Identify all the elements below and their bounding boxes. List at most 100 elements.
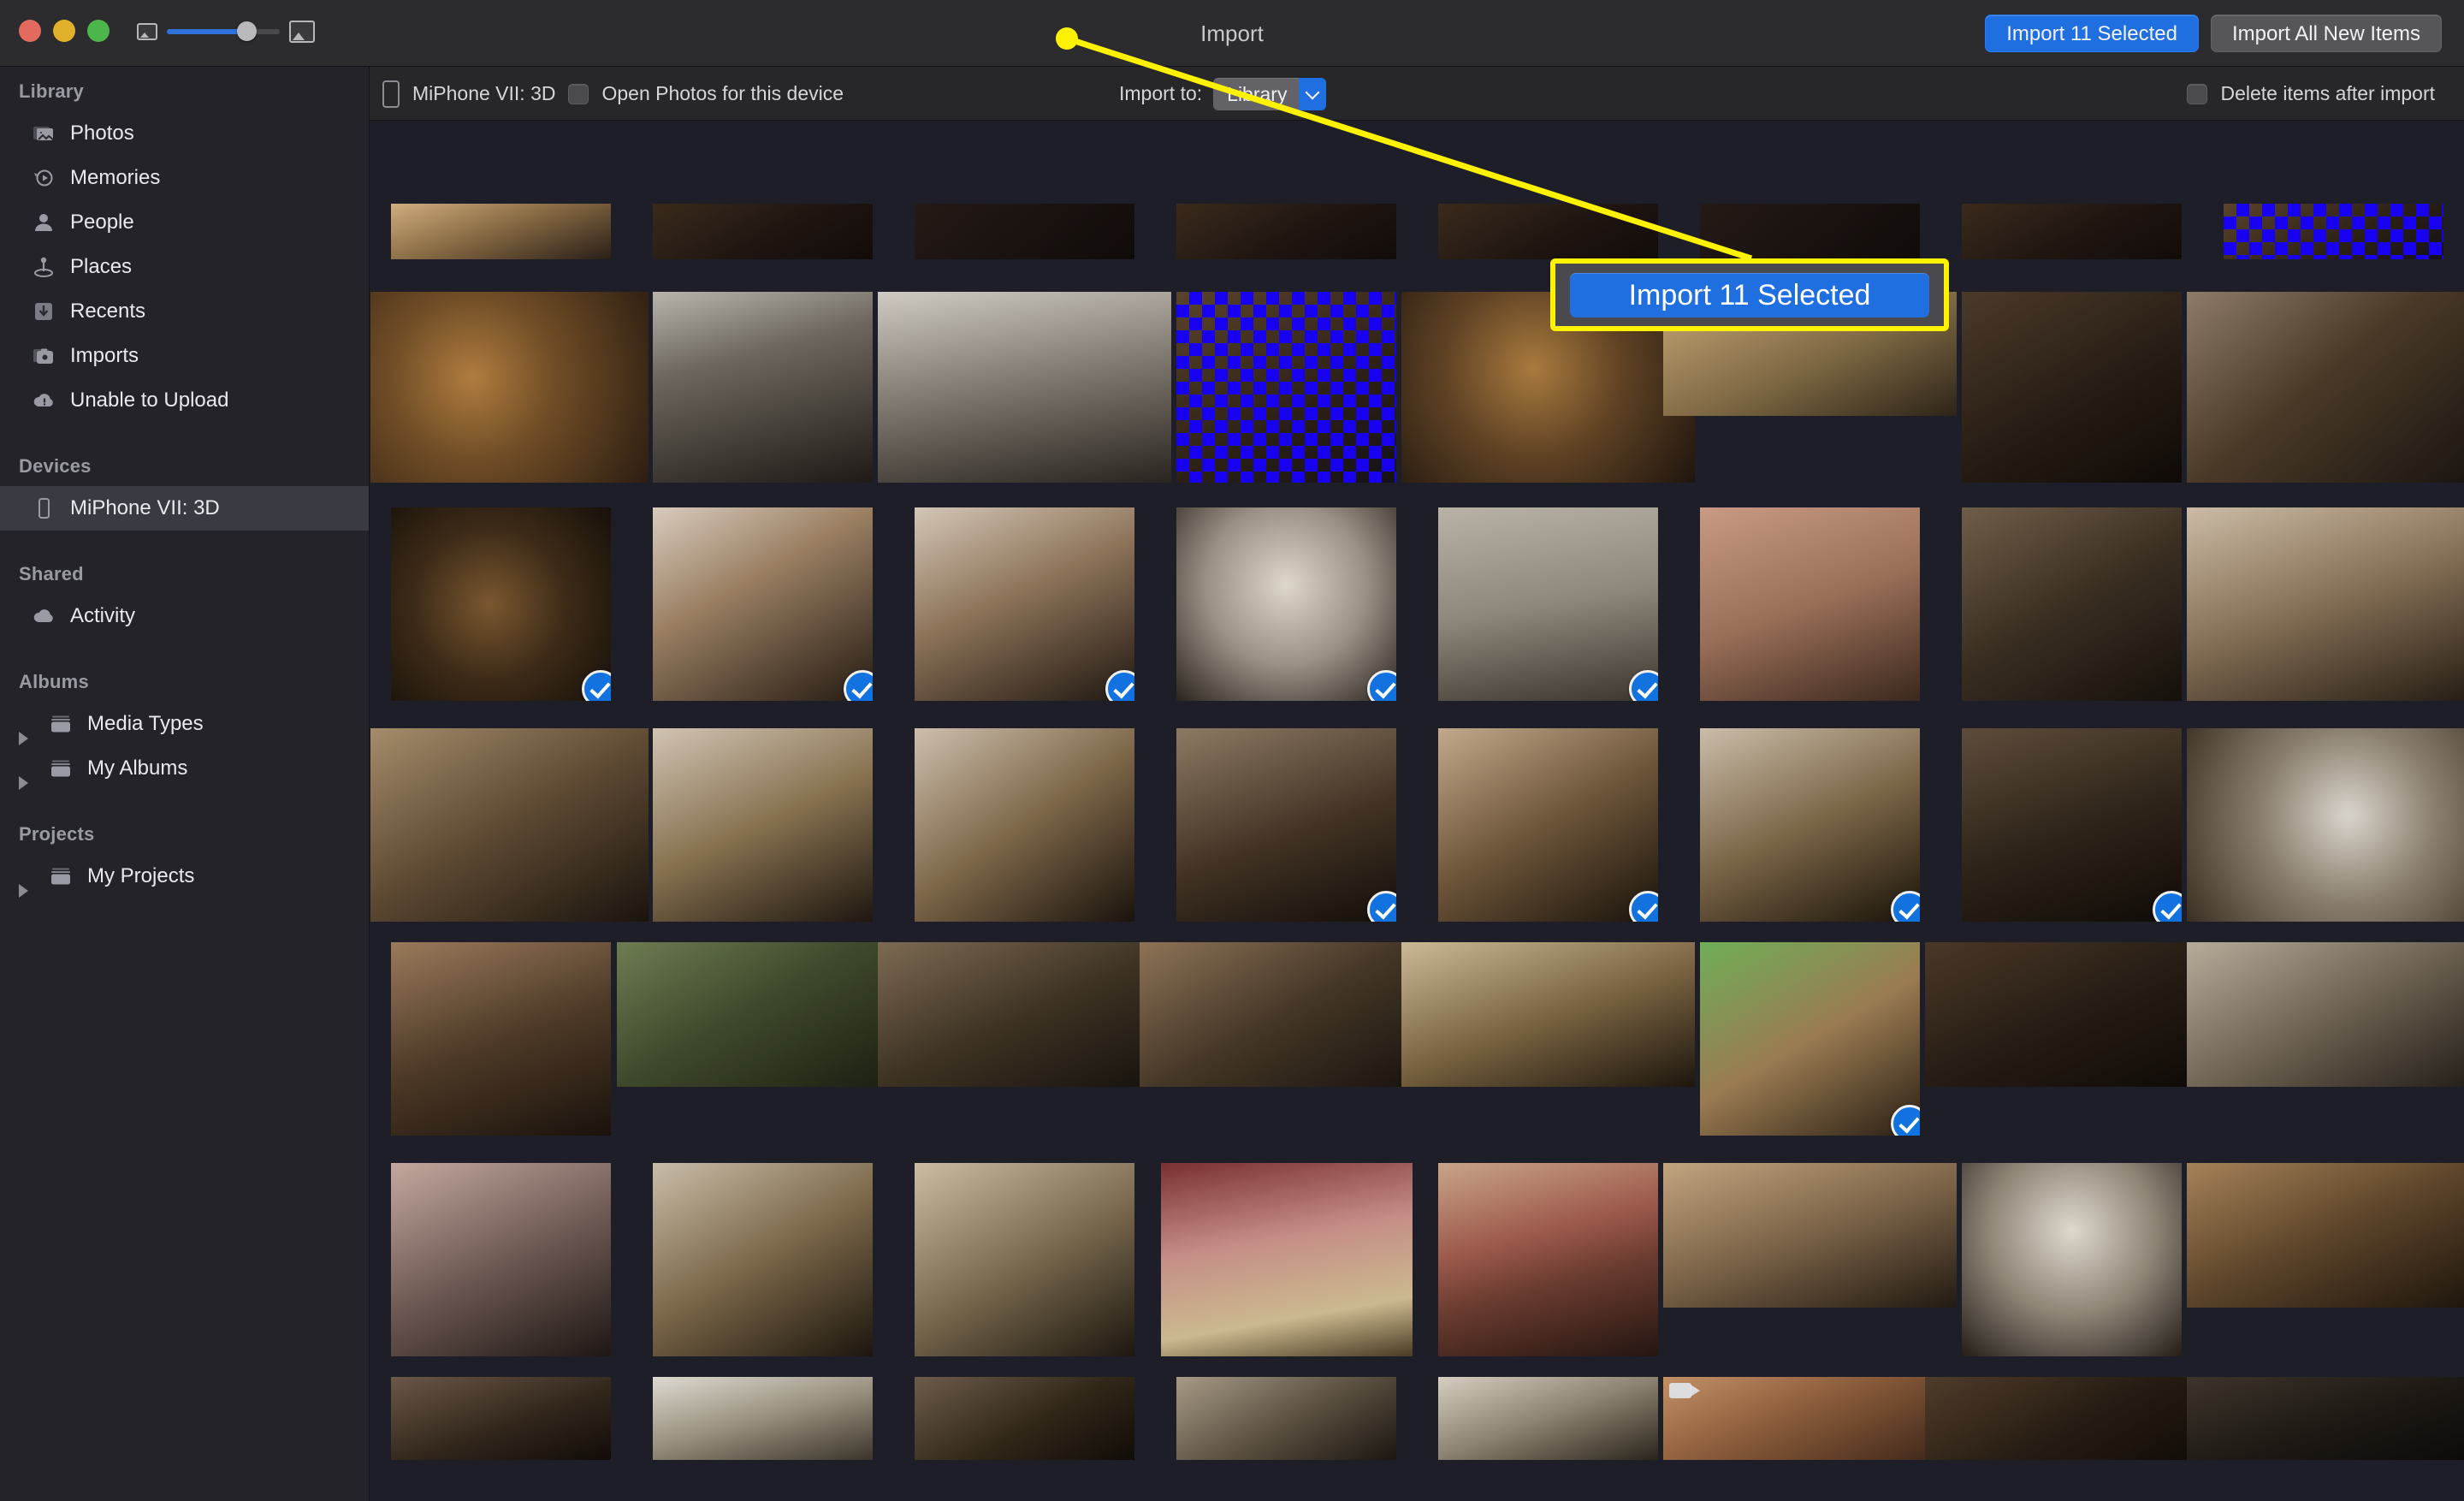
sidebar-item-places[interactable]: Places (0, 245, 369, 289)
phone-icon (31, 495, 56, 521)
photo-thumbnail[interactable] (915, 1163, 1134, 1356)
import-selected-button[interactable]: Import 11 Selected (1985, 15, 2199, 52)
photo-thumbnail[interactable] (1925, 942, 2218, 1087)
photo-thumbnail[interactable] (2187, 1163, 2464, 1308)
photo-thumbnail[interactable] (391, 1163, 611, 1356)
sidebar-item-label: People (70, 211, 134, 234)
photo-thumbnail[interactable] (878, 292, 1171, 483)
photo-thumbnail[interactable] (1962, 292, 2182, 483)
photo-thumbnail[interactable] (391, 1377, 611, 1460)
photo-thumbnail[interactable] (391, 204, 611, 259)
photo-thumbnail[interactable] (915, 507, 1134, 701)
photo-thumbnail[interactable] (653, 204, 873, 259)
photo-thumbnail[interactable] (617, 942, 910, 1087)
photo-thumbnail[interactable] (1962, 507, 2182, 701)
sidebar-item-activity[interactable]: Activity (0, 594, 369, 638)
photo-thumbnail[interactable] (1700, 728, 1920, 922)
photo-thumbnail[interactable] (1925, 1377, 2218, 1460)
photo-thumbnail[interactable] (1438, 507, 1658, 701)
thumbnail-image (2187, 942, 2464, 1087)
sidebar-item-photos[interactable]: Photos (0, 111, 369, 156)
photo-thumbnail[interactable] (1700, 204, 1920, 259)
photos-import-window: Import Import 11 Selected Import All New… (0, 0, 2464, 1501)
sidebar-item-label: Imports (70, 344, 139, 367)
photo-thumbnail[interactable] (1962, 728, 2182, 922)
photo-thumbnail[interactable] (1663, 1163, 1957, 1308)
photo-thumbnail[interactable] (2187, 728, 2464, 922)
thumbnail-image (1962, 507, 2182, 701)
photo-thumbnail[interactable] (391, 507, 611, 701)
photo-thumbnail[interactable] (2187, 1377, 2464, 1460)
photo-thumbnail[interactable] (1176, 204, 1396, 259)
photo-thumbnail[interactable] (1663, 1377, 1957, 1460)
delete-after-import-label: Delete items after import (2220, 82, 2435, 104)
import-options-bar: MiPhone VII: 3D Open Photos for this dev… (0, 67, 2464, 121)
sidebar-item-label: Photos (70, 122, 134, 145)
callout-import-selected: Import 11 Selected (1550, 258, 1949, 331)
sidebar-item-my-albums[interactable]: My Albums (0, 746, 369, 791)
photo-thumbnail[interactable] (915, 1377, 1134, 1460)
photo-thumbnail[interactable] (653, 292, 873, 483)
photo-thumbnail[interactable] (653, 728, 873, 922)
photo-thumbnail[interactable] (1700, 507, 1920, 701)
photo-thumbnail[interactable] (653, 1163, 873, 1356)
thumbnail-image (915, 204, 1134, 259)
sidebar-item-my-projects[interactable]: My Projects (0, 854, 369, 899)
photo-thumbnail[interactable] (1438, 1163, 1658, 1356)
photo-thumbnail[interactable] (915, 728, 1134, 922)
photo-thumbnail[interactable] (915, 204, 1134, 259)
folder-icon (48, 756, 74, 781)
sidebar-item-recents[interactable]: Recents (0, 289, 369, 334)
photo-thumbnail[interactable] (653, 507, 873, 701)
photo-thumbnail[interactable] (2187, 507, 2464, 701)
photo-thumbnail[interactable] (1176, 507, 1396, 701)
sidebar-item-memories[interactable]: Memories (0, 156, 369, 200)
photo-thumbnail[interactable] (1140, 942, 1433, 1087)
photo-thumbnail[interactable] (1176, 292, 1396, 483)
sidebar-heading: Library (19, 80, 84, 102)
toolbar-buttons: Import 11 Selected Import All New Items (1985, 15, 2442, 52)
sidebar: Library Photos Memories People Places Recents… (0, 67, 370, 1501)
sidebar-item-label: Places (70, 255, 133, 278)
photo-thumbnail[interactable] (1962, 1163, 2182, 1356)
photo-thumbnail[interactable] (370, 728, 649, 922)
photo-thumbnail[interactable] (1176, 1377, 1396, 1460)
photo-thumbnail[interactable] (1161, 1163, 1413, 1356)
sidebar-item-imports[interactable]: Imports (0, 334, 369, 378)
video-badge-icon (1669, 1383, 1700, 1398)
callout-import-selected-button[interactable]: Import 11 Selected (1570, 272, 1929, 317)
sidebar-item-unable-to-upload[interactable]: Unable to Upload (0, 378, 369, 423)
photo-thumbnail[interactable] (1962, 204, 2182, 259)
sidebar-heading: Projects (19, 823, 95, 845)
photo-thumbnail[interactable] (1401, 942, 1695, 1087)
folder-icon (48, 863, 74, 889)
photo-thumbnail[interactable] (2187, 292, 2464, 483)
import-to-dropdown[interactable]: Library (1213, 77, 1327, 110)
photo-thumbnail[interactable] (2224, 204, 2443, 259)
photo-thumbnail[interactable] (1176, 728, 1396, 922)
photo-grid[interactable] (370, 121, 2464, 1501)
photo-thumbnail[interactable] (1700, 942, 1920, 1136)
delete-after-import-checkbox[interactable] (2187, 83, 2208, 104)
sidebar-item-people[interactable]: People (0, 200, 369, 245)
sidebar-item-media-types[interactable]: Media Types (0, 702, 369, 746)
open-photos-checkbox[interactable] (568, 83, 589, 104)
photo-thumbnail[interactable] (1438, 728, 1658, 922)
photo-thumbnail[interactable] (370, 292, 649, 483)
sidebar-item-miphone-vii-3d[interactable]: MiPhone VII: 3D (0, 486, 369, 531)
thumbnail-image (1663, 1163, 1957, 1308)
import-all-new-items-button[interactable]: Import All New Items (2210, 15, 2442, 52)
photo-thumbnail[interactable] (878, 942, 1171, 1087)
photo-thumbnail[interactable] (391, 942, 611, 1136)
photo-thumbnail[interactable] (1438, 204, 1658, 259)
thumbnail-image (1925, 1377, 2218, 1460)
photo-thumbnail[interactable] (653, 1377, 873, 1460)
corrupt-checkerboard-overlay (2224, 204, 2443, 259)
sidebar-item-label: MiPhone VII: 3D (70, 496, 220, 519)
thumbnail-image (1925, 942, 2218, 1087)
photo-thumbnail[interactable] (2187, 942, 2464, 1087)
cloud-warning-icon (31, 388, 56, 413)
photo-thumbnail[interactable] (1438, 1377, 1658, 1460)
